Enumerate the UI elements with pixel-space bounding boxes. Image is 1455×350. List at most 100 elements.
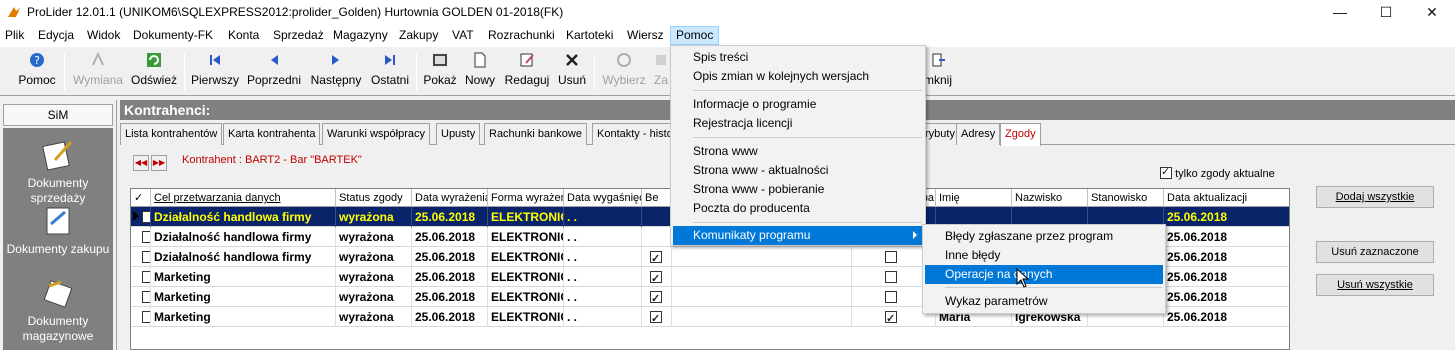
tab-kontakty-historia[interactable]: Kontakty - histo [592, 123, 678, 145]
be-checkbox[interactable] [650, 309, 662, 327]
tab-lista-kontrahentow[interactable]: Lista kontrahentów [120, 123, 223, 145]
za-button[interactable]: Za [652, 51, 670, 93]
redaguj-button[interactable]: Redaguj [503, 51, 551, 93]
sim-tab[interactable]: SiM [3, 104, 113, 126]
help-icon: ? [30, 53, 44, 67]
menu-item-operacje-na-danych[interactable]: Operacje na danych [925, 265, 1163, 284]
be-checkbox[interactable] [650, 289, 662, 307]
column-header-data-aktualizacji[interactable]: Data aktualizacji [1164, 189, 1289, 207]
next-record-icon[interactable]: ▶▶ [151, 155, 167, 171]
checkbox-icon[interactable] [1160, 165, 1172, 179]
usun-wszystkie-button[interactable]: Usuń wszystkie [1316, 274, 1434, 296]
left-item-dokumenty-magazynowe[interactable]: Dokumenty magazynowe [3, 276, 113, 344]
row-checkbox[interactable] [142, 291, 150, 303]
left-item-dokumenty-sprzedazy[interactable]: Dokumenty sprzedaży [3, 138, 113, 206]
menu-item-inne-bledy[interactable]: Inne błędy [925, 246, 1163, 265]
menu-edycja[interactable]: Edycja [33, 26, 79, 45]
osoba-checkbox[interactable] [885, 271, 897, 283]
tab-upusty[interactable]: Upusty [436, 123, 481, 145]
column-header-be[interactable]: Be [642, 189, 672, 207]
menu-item-opis-zmian[interactable]: Opis zmian w kolejnych wersjach [673, 67, 923, 86]
menu-sprzedaz[interactable]: Sprzedaż [268, 26, 329, 45]
row-checkbox[interactable] [142, 231, 150, 243]
menu-pomoc[interactable]: Pomoc [670, 26, 720, 45]
row-checkbox[interactable] [142, 211, 150, 223]
minimize-button[interactable]: — [1317, 0, 1363, 25]
menu-dokumenty-fk[interactable]: Dokumenty-FK [128, 26, 218, 45]
column-header-imie[interactable]: Imię [936, 189, 1012, 207]
toolbar-separator [64, 53, 65, 91]
odswiez-button[interactable]: Odśwież [130, 51, 178, 93]
cell-data-aktualizacji: 25.06.2018 [1164, 247, 1289, 267]
left-item-dokumenty-zakupu[interactable]: Dokumenty zakupu [3, 204, 113, 257]
pokaz-label: Pokaż [423, 73, 457, 87]
menu-magazyny[interactable]: Magazyny [328, 26, 393, 45]
dodaj-wszystkie-button[interactable]: Dodaj wszystkie [1316, 186, 1434, 208]
column-header-cel[interactable]: Cel przetwarzania danych [151, 189, 336, 207]
menu-item-strona-www[interactable]: Strona www [673, 142, 923, 161]
menu-item-komunikaty[interactable]: Komunikaty programu [673, 226, 923, 245]
menu-wiersz[interactable]: Wiersz [622, 26, 669, 45]
menu-item-poczta[interactable]: Poczta do producenta [673, 199, 923, 218]
wybierz-button[interactable]: Wybierz [600, 51, 648, 93]
pokaz-button[interactable]: Pokaż [422, 51, 458, 93]
menu-konta[interactable]: Konta [223, 26, 264, 45]
view-icon [433, 54, 447, 66]
menu-item-bledy-zglaszane[interactable]: Błędy zgłaszane przez program [925, 227, 1163, 246]
zamknij-button[interactable]: mknij [922, 51, 954, 93]
tab-warunki-wspolpracy[interactable]: Warunki współpracy [322, 123, 431, 145]
osoba-checkbox[interactable] [885, 291, 897, 303]
prev-record-icon[interactable]: ◀◀ [133, 155, 149, 171]
tab-karta-kontrahenta[interactable]: Karta kontrahenta [223, 123, 321, 145]
pierwszy-button[interactable]: Pierwszy [190, 51, 240, 93]
nowy-button[interactable]: Nowy [462, 51, 498, 93]
row-checkbox[interactable] [142, 311, 150, 323]
maximize-button[interactable]: ☐ [1363, 0, 1409, 25]
sales-documents-icon [42, 141, 73, 171]
column-header-nazwisko[interactable]: Nazwisko [1012, 189, 1088, 207]
first-icon [210, 55, 220, 65]
cell-data-wyrazenia: 25.06.2018 [412, 227, 488, 247]
mouse-pointer-icon [1016, 268, 1030, 288]
osoba-checkbox[interactable] [885, 251, 897, 263]
cell-hidden [672, 267, 852, 287]
wymiana-button[interactable]: Wymiana [72, 51, 124, 93]
column-header-data-wygasniecia[interactable]: Data wygaśnięc [564, 189, 642, 207]
be-checkbox[interactable] [650, 249, 662, 267]
column-header-data-wyrazenia[interactable]: Data wyrażenia [412, 189, 488, 207]
column-header-forma[interactable]: Forma wyrażeni [488, 189, 564, 207]
usun-button[interactable]: Usuń [555, 51, 589, 93]
menu-item-rejestracja[interactable]: Rejestracja licencji [673, 114, 923, 133]
tylko-zgody-checkbox[interactable]: tylko zgody aktualne [1160, 165, 1275, 180]
poprzedni-button[interactable]: Poprzedni [244, 51, 304, 93]
menu-vat[interactable]: VAT [447, 26, 479, 45]
tab-zgody[interactable]: Zgody [1000, 123, 1041, 146]
nastepny-button[interactable]: Następny [308, 51, 364, 93]
row-checkbox[interactable] [142, 271, 150, 283]
menu-item-spis-tresci[interactable]: Spis treści [673, 48, 923, 67]
menu-item-informacje[interactable]: Informacje o programie [673, 95, 923, 114]
menu-item-wykaz-parametrow[interactable]: Wykaz parametrów [925, 292, 1163, 311]
ostatni-button[interactable]: Ostatni [368, 51, 412, 93]
menu-plik[interactable]: Plik [0, 26, 29, 45]
menu-widok[interactable]: Widok [82, 26, 125, 45]
usun-zaznaczone-button[interactable]: Usuń zaznaczone [1316, 241, 1434, 263]
close-button[interactable]: ✕ [1409, 0, 1455, 25]
column-header-check[interactable]: ✓ [131, 189, 151, 207]
tab-rachunki-bankowe[interactable]: Rachunki bankowe [484, 123, 587, 145]
be-checkbox[interactable] [650, 269, 662, 287]
osoba-checkbox[interactable] [885, 309, 897, 327]
cell-data-aktualizacji: 25.06.2018 [1164, 227, 1289, 247]
menu-rozrachunki[interactable]: Rozrachunki [483, 26, 560, 45]
row-checkbox[interactable] [142, 251, 150, 263]
menu-kartoteki[interactable]: Kartoteki [561, 26, 618, 45]
menu-item-strona-www-aktualnosci[interactable]: Strona www - aktualności [673, 161, 923, 180]
menu-item-strona-www-pobieranie[interactable]: Strona www - pobieranie [673, 180, 923, 199]
tab-adresy[interactable]: Adresy [956, 123, 1001, 145]
menu-zakupy[interactable]: Zakupy [394, 26, 443, 45]
pomoc-button[interactable]: ? Pomoc [14, 51, 60, 93]
column-header-stanowisko[interactable]: Stanowisko [1088, 189, 1164, 207]
left-panel-list: Dokumenty sprzedaży Dokumenty zakupu Dok… [3, 128, 113, 350]
column-header-status[interactable]: Status zgody [336, 189, 412, 207]
current-row-marker-icon [133, 211, 139, 221]
